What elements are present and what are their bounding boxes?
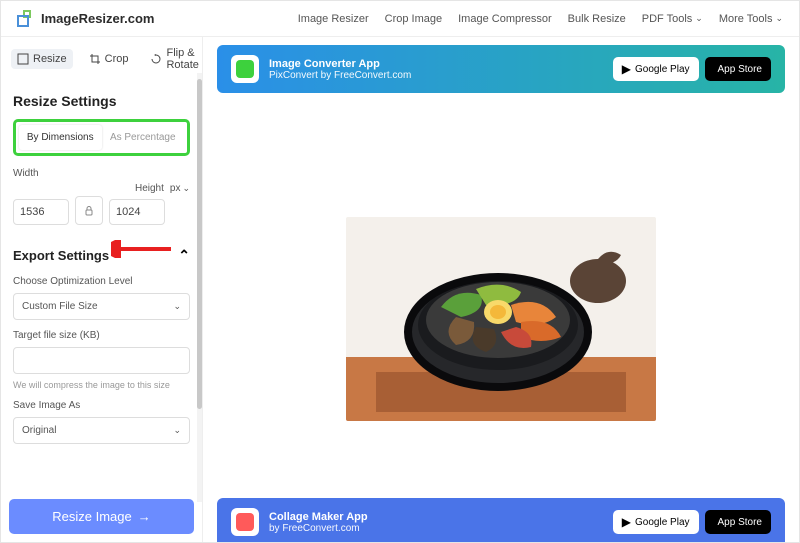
height-input[interactable] xyxy=(109,199,165,225)
image-preview[interactable] xyxy=(346,217,656,421)
resize-image-button[interactable]: Resize Image → xyxy=(9,499,194,534)
resize-icon xyxy=(17,53,29,65)
sidebar-scrollbar[interactable] xyxy=(197,73,202,502)
app-icon xyxy=(231,508,259,536)
banner-sub: by FreeConvert.com xyxy=(269,523,368,534)
top-nav: Image Resizer Crop Image Image Compresso… xyxy=(298,13,783,25)
tool-tabs: Resize Crop Flip & Rotate xyxy=(1,37,202,81)
app-store-button[interactable]: App Store xyxy=(705,57,771,81)
optimization-select[interactable]: Custom File Size ⌄ xyxy=(13,293,190,320)
logo[interactable]: ImageResizer.com xyxy=(17,10,154,28)
nav-image-compressor[interactable]: Image Compressor xyxy=(458,13,552,25)
mode-tabs-highlight: By Dimensions As Percentage xyxy=(13,119,190,156)
width-label: Width xyxy=(13,168,39,179)
banner-title: Collage Maker App xyxy=(269,511,368,523)
settings-panel: Resize Settings By Dimensions As Percent… xyxy=(1,81,202,493)
resize-settings-title: Resize Settings xyxy=(13,93,190,109)
optimization-label: Choose Optimization Level xyxy=(13,276,190,287)
rotate-icon xyxy=(150,53,162,65)
export-settings-header[interactable]: Export Settings ⌃ xyxy=(13,247,190,264)
promo-banner-bottom[interactable]: Collage Maker App by FreeConvert.com ▶Go… xyxy=(217,498,785,542)
google-play-button[interactable]: ▶Google Play xyxy=(613,510,699,534)
nav-pdf-tools[interactable]: PDF Tools⌄ xyxy=(642,13,703,25)
chevron-down-icon: ⌄ xyxy=(695,13,703,24)
nav-image-resizer[interactable]: Image Resizer xyxy=(298,13,369,25)
google-play-icon: ▶ xyxy=(622,515,631,529)
google-play-button[interactable]: ▶Google Play xyxy=(613,57,699,81)
tab-crop[interactable]: Crop xyxy=(83,49,135,69)
tab-flip-rotate[interactable]: Flip & Rotate xyxy=(144,43,204,75)
save-as-select[interactable]: Original ⌄ xyxy=(13,417,190,444)
mode-as-percentage[interactable]: As Percentage xyxy=(102,125,185,150)
crop-icon xyxy=(89,53,101,65)
target-size-label: Target file size (KB) xyxy=(13,330,190,341)
lock-icon xyxy=(83,205,95,217)
unit-select[interactable]: px⌄ xyxy=(170,183,190,194)
tab-resize[interactable]: Resize xyxy=(11,49,73,69)
height-label: Height xyxy=(135,183,164,194)
chevron-down-icon: ⌄ xyxy=(173,425,181,436)
banner-sub: PixConvert by FreeConvert.com xyxy=(269,70,411,81)
promo-banner-top[interactable]: Image Converter App PixConvert by FreeCo… xyxy=(217,45,785,93)
app-icon xyxy=(231,55,259,83)
compress-hint: We will compress the image to this size xyxy=(13,380,190,390)
chevron-down-icon: ⌄ xyxy=(173,301,181,312)
app-store-button[interactable]: App Store xyxy=(705,510,771,534)
nav-bulk-resize[interactable]: Bulk Resize xyxy=(568,13,626,25)
sidebar: Resize Crop Flip & Rotate Resize Setting… xyxy=(1,37,203,542)
lock-aspect-button[interactable] xyxy=(75,196,103,225)
header: ImageResizer.com Image Resizer Crop Imag… xyxy=(1,1,799,37)
nav-more-tools[interactable]: More Tools⌄ xyxy=(719,13,783,25)
target-size-input[interactable] xyxy=(13,347,190,374)
brand-name: ImageResizer.com xyxy=(41,11,154,26)
chevron-up-icon: ⌃ xyxy=(178,247,190,264)
save-as-label: Save Image As xyxy=(13,400,190,411)
chevron-down-icon: ⌄ xyxy=(182,183,190,194)
arrow-right-icon: → xyxy=(138,509,151,524)
image-preview-area xyxy=(217,103,785,534)
google-play-icon: ▶ xyxy=(622,62,631,76)
width-input[interactable] xyxy=(13,199,69,225)
banner-title: Image Converter App xyxy=(269,58,411,70)
mode-by-dimensions[interactable]: By Dimensions xyxy=(19,125,102,150)
content-area: Image Converter App PixConvert by FreeCo… xyxy=(203,37,799,542)
logo-icon xyxy=(17,10,35,28)
nav-crop-image[interactable]: Crop Image xyxy=(385,13,442,25)
chevron-down-icon: ⌄ xyxy=(775,13,783,24)
